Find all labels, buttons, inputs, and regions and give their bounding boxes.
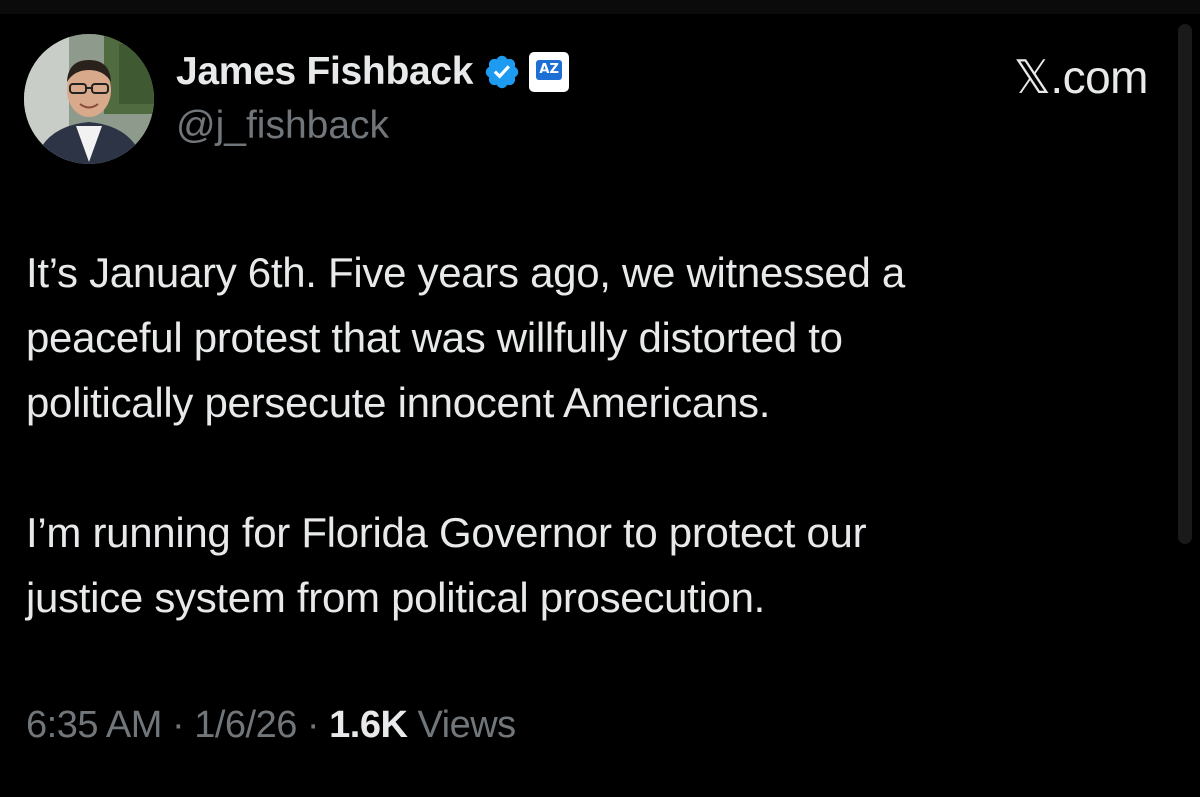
author-name-row: James Fishback AZ (176, 46, 570, 98)
tweet-text: It’s January 6th. Five years ago, we wit… (26, 240, 1146, 630)
verified-badge-icon[interactable] (483, 53, 521, 91)
scrollbar[interactable] (1178, 20, 1192, 780)
tweet-paragraph-1: It’s January 6th. Five years ago, we wit… (26, 249, 905, 426)
tweet-paragraph-2: I’m running for Florida Governor to prot… (26, 509, 867, 621)
top-strip (0, 0, 1200, 14)
tweet-time[interactable]: 6:35 AM (26, 704, 162, 746)
views-label[interactable]: Views (417, 704, 516, 746)
affiliation-badge-label: AZ (536, 60, 563, 80)
avatar[interactable] (24, 34, 154, 164)
scrollbar-thumb[interactable] (1178, 24, 1192, 544)
meta-separator: · (171, 704, 185, 746)
author-display-name[interactable]: James Fishback (176, 50, 473, 94)
author-handle[interactable]: @j_fishback (176, 104, 389, 148)
views-count[interactable]: 1.6K (329, 704, 408, 746)
tweet-meta: 6:35 AM · 1/6/26 · 1.6K Views (26, 704, 516, 747)
affiliation-badge-icon[interactable]: AZ (529, 52, 570, 92)
avatar-photo (24, 34, 154, 164)
tweet-date[interactable]: 1/6/26 (194, 704, 297, 746)
x-logo-icon: 𝕏 (1013, 50, 1051, 104)
x-brand-label: .com (1050, 51, 1148, 103)
meta-separator: · (306, 704, 320, 746)
x-brand-logo: 𝕏.com (1013, 50, 1149, 104)
